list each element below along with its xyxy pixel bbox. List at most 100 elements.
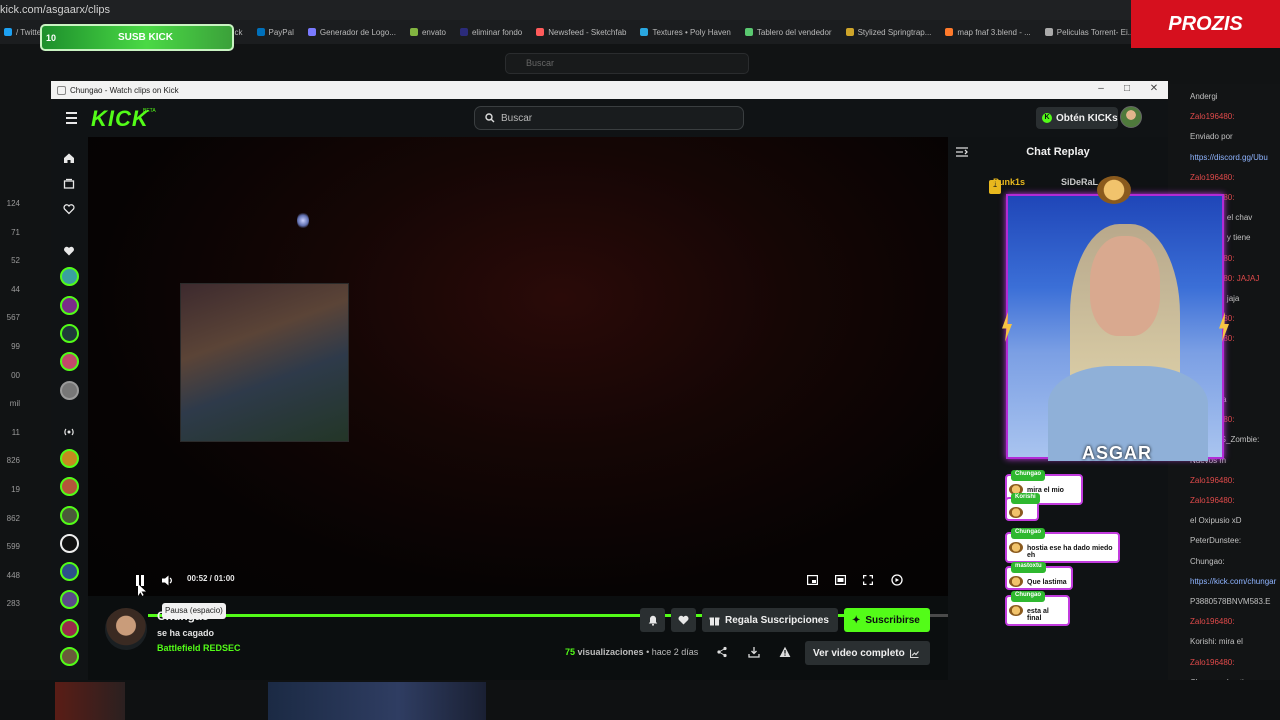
chat-username[interactable]: SiDeRaL <box>1061 177 1098 187</box>
maximize-icon[interactable]: □ <box>1120 83 1134 94</box>
bookmark-label: Tablero del vendedor <box>756 27 832 37</box>
report-icon[interactable] <box>779 646 791 658</box>
notifications-button[interactable] <box>640 608 665 632</box>
external-chart-icon <box>909 649 919 658</box>
gift-subs-button[interactable]: Regala Suscripciones <box>702 608 838 632</box>
search-input[interactable]: Buscar <box>474 106 744 130</box>
background-chat-line: https://discord.gg/Ubu <box>1190 152 1268 162</box>
bookmark-label: Peliculas Torrent- Ei... <box>1056 27 1131 37</box>
background-chat-line: Zalo196480: <box>1190 617 1235 627</box>
minimize-icon[interactable]: – <box>1094 83 1108 94</box>
sub-goal-bar: 10 SUSB KICK <box>40 24 234 51</box>
sidebar-channel-avatar[interactable] <box>60 647 79 666</box>
download-icon[interactable] <box>748 646 760 658</box>
sidebar-channel-avatar[interactable] <box>60 562 79 581</box>
overlay-chat-text: Que lastima <box>1027 579 1067 586</box>
progress-bar[interactable] <box>148 614 960 617</box>
sidebar-channel-avatar[interactable] <box>60 449 79 468</box>
follow-button[interactable] <box>671 608 696 632</box>
stat-value: 71 <box>11 227 20 237</box>
home-icon[interactable] <box>60 149 78 167</box>
sub-goal-count: 10 <box>46 32 57 43</box>
prozis-banner: PROZIS <box>1131 0 1280 48</box>
bookmark-label: Generador de Logo... <box>319 27 396 37</box>
top-navigation: KICK BETA Buscar K Obtén KICKs <box>51 99 1168 137</box>
tiger-emote-icon <box>1009 542 1023 553</box>
sidebar-channel-avatar[interactable] <box>60 477 79 496</box>
background-chat-line: Enviado por <box>1190 132 1233 142</box>
sidebar-channel-avatar[interactable] <box>60 296 79 315</box>
gift-icon <box>709 617 720 625</box>
volume-icon[interactable] <box>161 573 175 587</box>
bookmark-favicon-icon <box>256 28 265 37</box>
facecam-face <box>1090 236 1160 336</box>
overlay-chat-username: Chungao <box>1011 528 1045 539</box>
sidebar-channel-avatar[interactable] <box>60 590 79 609</box>
sparkle-icon: ✦ <box>852 614 861 626</box>
pause-icon[interactable] <box>133 573 147 587</box>
picture-in-picture-icon[interactable] <box>805 573 819 587</box>
kicks-icon: K <box>1042 113 1052 123</box>
overlay-chat-text: hostia ese ha dado miedo eh <box>1027 545 1113 559</box>
bookmark-favicon-icon <box>845 28 854 37</box>
following-icon[interactable] <box>60 200 78 218</box>
bookmark-favicon-icon <box>945 28 954 37</box>
stat-value: 599 <box>6 542 20 552</box>
browser-url-bar[interactable]: kick.com/asgaarx/clips <box>0 0 1131 20</box>
theater-mode-icon[interactable] <box>833 573 847 587</box>
stat-value: 11 <box>11 427 20 437</box>
chat-username[interactable]: Punk1s <box>993 177 1025 187</box>
bookmark-item[interactable]: Generador de Logo... <box>307 27 396 37</box>
browse-icon[interactable] <box>60 175 78 193</box>
kick-logo[interactable]: KICK <box>91 106 149 132</box>
streamer-avatar[interactable] <box>105 608 147 650</box>
stat-value: 283 <box>6 599 20 609</box>
sidebar-channel-avatar[interactable] <box>60 381 79 400</box>
overlay-chat-username: Chungao <box>1011 591 1045 602</box>
taskbar-thumbnail[interactable] <box>55 682 125 720</box>
view-count: 75 <box>565 647 576 657</box>
background-search-input[interactable]: Buscar <box>505 53 749 74</box>
get-kicks-button[interactable]: K Obtén KICKs <box>1036 107 1118 129</box>
sidebar-channel-avatar[interactable] <box>60 324 79 343</box>
sidebar-channel-avatar[interactable] <box>60 267 79 286</box>
fullscreen-icon[interactable] <box>861 573 875 587</box>
sidebar-channel-avatar[interactable] <box>60 534 79 553</box>
bookmark-item[interactable]: map fnaf 3.blend - ... <box>945 28 1031 37</box>
bookmark-item[interactable]: Peliculas Torrent- Ei... <box>1044 27 1131 37</box>
close-window-icon[interactable]: ✕ <box>1147 83 1161 94</box>
share-icon[interactable] <box>716 646 728 658</box>
taskbar-thumbnail[interactable] <box>268 682 486 720</box>
watch-full-video-button[interactable]: Ver video completo <box>805 641 930 665</box>
stat-value: 826 <box>6 456 20 466</box>
bookmark-item[interactable]: PayPal <box>256 28 294 37</box>
clip-category[interactable]: Battlefield REDSEC <box>157 643 241 653</box>
streamer-name[interactable]: Chungao <box>157 609 209 623</box>
background-chat-line: Zalo196480: <box>1190 475 1235 485</box>
video-player[interactable]: Pausa (espacio) <box>88 137 960 619</box>
sidebar-channel-avatar[interactable] <box>60 506 79 525</box>
browser-url: kick.com/asgaarx/clips <box>0 4 111 16</box>
stat-value: 52 <box>11 256 20 266</box>
settings-icon[interactable] <box>890 573 904 587</box>
overlay-chat-username: mastoxtu <box>1011 562 1046 573</box>
background-chat-line: Zalo196480: <box>1190 172 1235 182</box>
sub-goal-label: SUSB KICK <box>118 32 174 43</box>
subscribe-button[interactable]: ✦ Suscribirse <box>844 608 930 632</box>
user-avatar[interactable] <box>1120 106 1142 128</box>
bookmark-item[interactable]: eliminar fondo <box>459 28 522 37</box>
bookmark-item[interactable]: Textures • Poly Haven <box>640 28 731 37</box>
bookmark-item[interactable]: Newsfeed - Sketchfab <box>536 28 626 37</box>
background-chat-line: P3880578BNVM583.E <box>1190 597 1271 606</box>
bookmark-item[interactable]: envato <box>409 28 446 37</box>
window-titlebar: Chungao - Watch clips on Kick – □ ✕ <box>51 81 1168 99</box>
sidebar-channel-avatar[interactable] <box>60 352 79 371</box>
menu-icon[interactable] <box>66 112 77 127</box>
chat-replay-title: Chat Replay <box>1026 146 1090 158</box>
bookmark-item[interactable]: Tablero del vendedor <box>744 27 832 37</box>
taskbar-strip <box>0 680 1280 720</box>
bookmark-item[interactable]: / Twitter <box>4 28 44 37</box>
logo-beta-badge: BETA <box>143 108 156 114</box>
sidebar-channel-avatar[interactable] <box>60 619 79 638</box>
bookmark-item[interactable]: Stylized Springtrap... <box>845 28 931 37</box>
